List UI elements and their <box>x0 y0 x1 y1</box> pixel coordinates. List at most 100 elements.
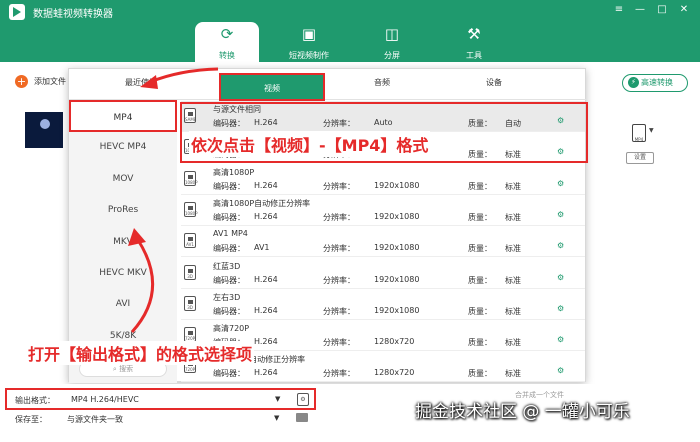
resolution-label: 分辨率： <box>323 338 355 348</box>
encoder-label: 编码器： <box>213 181 245 191</box>
app-title: 数据蛙视频转换器 <box>33 9 113 20</box>
add-file-button[interactable]: + 添加文件 <box>15 75 66 88</box>
resolution-label: 分辨率： <box>323 212 355 222</box>
gear-icon[interactable]: ⚙ <box>557 179 564 188</box>
menu-icon[interactable]: ≡ <box>612 3 626 17</box>
main-nav: ⟳ 转换 ▣ 短视频制作 ◫ 分屏 ⚒ 工具 <box>195 22 505 62</box>
quality-label: 质量： <box>468 338 492 348</box>
close-button[interactable]: ✕ <box>677 3 691 17</box>
output-format-file-icon[interactable]: MP4 <box>632 124 646 142</box>
preset-row[interactable]: 3D 左右3D 编码器： H.264 分辨率： 1920x1080 质量： 标准 ⚙ <box>181 289 585 320</box>
resolution-label: 分辨率： <box>323 275 355 285</box>
nav-split-screen-label: 分屏 <box>384 51 400 60</box>
preset-title: 左右3D <box>213 292 241 302</box>
quality-label: 质量： <box>468 306 492 316</box>
format-mov[interactable]: MOV <box>69 163 177 195</box>
chevron-down-icon[interactable]: ▼ <box>649 127 654 134</box>
format-mkv[interactable]: MKV <box>69 226 177 258</box>
toolbox-icon: ⚒ <box>467 25 481 43</box>
encoder-value: H.264 <box>254 274 278 284</box>
quality-value: 标准 <box>505 244 521 254</box>
gear-icon[interactable]: ⚙ <box>557 304 564 313</box>
plus-icon: + <box>15 75 28 88</box>
minimize-button[interactable]: — <box>633 3 647 17</box>
preset-file-icon: 1080P <box>184 201 198 217</box>
quality-label: 质量： <box>468 275 492 285</box>
encoder-value: H.264 <box>254 305 278 315</box>
preset-file-icon: 3D <box>184 264 196 280</box>
preset-title: 高清720P <box>213 324 250 334</box>
quality-label: 质量： <box>468 212 492 222</box>
nav-convert-label: 转换 <box>219 51 235 60</box>
nav-split-screen[interactable]: ◫ 分屏 <box>360 22 424 62</box>
resolution-value: 1280x720 <box>374 337 415 347</box>
gear-icon[interactable]: ⚙ <box>557 241 564 250</box>
split-screen-icon: ◫ <box>384 25 400 43</box>
format-avi[interactable]: AVI <box>69 288 177 320</box>
preset-file-icon: AV1 <box>184 233 196 249</box>
gear-icon[interactable]: ⚙ <box>557 210 564 219</box>
tab-audio[interactable]: 音频 <box>342 77 422 88</box>
annotation-step2: 打开【输出格式】的格式选择项 <box>26 341 255 365</box>
nav-tools[interactable]: ⚒ 工具 <box>442 22 506 62</box>
convert-icon: ⟳ <box>220 25 234 43</box>
resolution-label: 分辨率： <box>323 306 355 316</box>
title-bar: 数据蛙视频转换器 ≡ — □ ✕ ⟳ 转换 ▣ 短视频制作 ◫ 分屏 ⚒ 工具 <box>0 0 700 62</box>
annotation-step1: 依次点击【视频】-【MP4】格式 <box>189 131 431 157</box>
tab-recent[interactable]: 最近使用 <box>101 77 181 88</box>
encoder-value: H.264 <box>254 368 278 378</box>
quality-value: 标准 <box>505 369 521 379</box>
save-to-select[interactable]: 与源文件夹一致 <box>67 414 123 425</box>
quality-value: 标准 <box>505 306 521 316</box>
format-settings-icon[interactable]: ⚙ <box>297 393 309 406</box>
folder-icon[interactable] <box>296 413 308 422</box>
video-thumbnail <box>25 112 63 148</box>
quality-label: 质量： <box>468 244 492 254</box>
resolution-value: 1280x720 <box>374 368 415 378</box>
output-format-select[interactable]: MP4 H.264/HEVC <box>71 395 139 404</box>
quality-value: 标准 <box>505 275 521 285</box>
resolution-label: 分辨率： <box>323 181 355 191</box>
format-hevc-mkv[interactable]: HEVC MKV <box>69 257 177 289</box>
resolution-value: 1920x1080 <box>374 274 420 284</box>
format-prores[interactable]: ProRes <box>69 194 177 226</box>
fast-convert-toggle[interactable]: ⚡ 高速转换 <box>622 74 688 92</box>
gear-icon[interactable]: ⚙ <box>557 335 564 344</box>
preset-row[interactable]: 1080P 高清1080P自动修正分辨率 编码器： H.264 分辨率： 1920x108… <box>181 195 585 226</box>
resolution-value: 1920x1080 <box>374 305 420 315</box>
bolt-icon: ⚡ <box>628 77 639 88</box>
tab-video[interactable]: 视频 <box>219 73 325 101</box>
fast-convert-label: 高速转换 <box>641 78 673 87</box>
gear-icon[interactable]: ⚙ <box>557 273 564 282</box>
format-mp4[interactable]: MP4 <box>69 100 177 132</box>
encoder-value: AV1 <box>254 243 270 253</box>
quality-value: 标准 <box>505 338 521 348</box>
preset-row[interactable]: 1080P 高清1080P 编码器： H.264 分辨率： 1920x1080 质量： 标准 ⚙ <box>181 164 585 195</box>
encoder-label: 编码器： <box>213 244 245 254</box>
encoder-value: H.264 <box>254 211 278 221</box>
chevron-down-icon[interactable]: ▼ <box>275 395 280 403</box>
resolution-value: 1920x1080 <box>374 180 420 190</box>
resolution-value: 1920x1080 <box>374 243 420 253</box>
nav-short-video[interactable]: ▣ 短视频制作 <box>277 22 341 62</box>
preset-row[interactable]: AV1 AV1 MP4 编码器： AV1 分辨率： 1920x1080 质量： 标准 ⚙ <box>181 226 585 258</box>
preset-title: 高清1080P <box>213 167 255 177</box>
encoder-value: H.264 <box>254 337 278 347</box>
settings-button[interactable]: 设置 <box>626 152 654 164</box>
quality-value: 标准 <box>505 181 521 191</box>
preset-row[interactable]: 3D 红蓝3D 编码器： H.264 分辨率： 1920x1080 质量： 标准 ⚙ <box>181 258 585 289</box>
encoder-label: 编码器： <box>213 212 245 222</box>
gear-icon[interactable]: ⚙ <box>557 366 564 375</box>
chevron-down-icon[interactable]: ▼ <box>274 414 279 422</box>
preset-file-icon: 720P <box>184 327 196 343</box>
resolution-value: 1920x1080 <box>374 211 420 221</box>
maximize-button[interactable]: □ <box>655 3 669 17</box>
nav-tools-label: 工具 <box>466 51 482 60</box>
tab-device[interactable]: 设备 <box>454 77 534 88</box>
resolution-label: 分辨率： <box>323 244 355 254</box>
quality-label: 质量： <box>468 181 492 191</box>
format-hevc-mp4[interactable]: HEVC MP4 <box>69 131 177 163</box>
nav-convert[interactable]: ⟳ 转换 <box>195 22 259 62</box>
watermark: 掘金技术社区 @ 一罐小可乐 <box>415 402 630 422</box>
resolution-label: 分辨率： <box>323 369 355 379</box>
